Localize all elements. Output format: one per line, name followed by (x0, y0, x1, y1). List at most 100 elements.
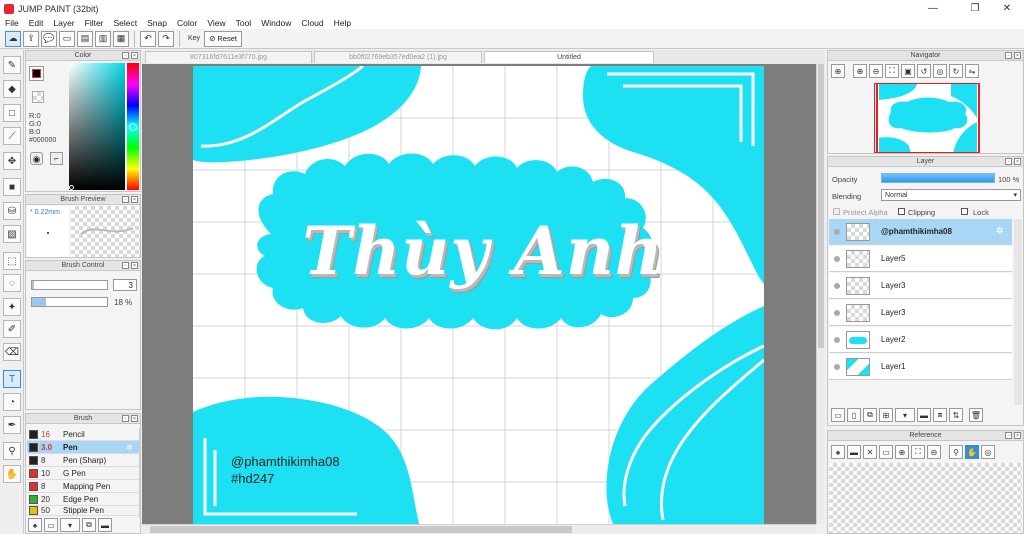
menu-window[interactable]: Window (256, 18, 296, 28)
fill-rect-tool-icon[interactable]: ■ (3, 178, 21, 196)
layer-opacity-slider[interactable] (881, 173, 995, 183)
panel-close-icon[interactable]: × (131, 262, 138, 269)
duplicate-layer-icon[interactable]: ⧉ (863, 408, 877, 422)
copy-brush-icon[interactable]: ⧉ (82, 518, 96, 532)
folder-icon[interactable]: ▬ (98, 518, 112, 532)
brush-item-pen[interactable]: 3.0 Pen ✲ (27, 441, 139, 454)
visibility-icon[interactable] (834, 363, 840, 370)
close-button[interactable]: ✕ (990, 0, 1024, 17)
reference-zoom-in-icon[interactable]: ⊕ (895, 445, 909, 459)
hand-tool-icon[interactable]: ✋ (3, 465, 21, 483)
panel-close-icon[interactable]: × (1014, 52, 1021, 59)
maximize-button[interactable]: ❐ (958, 0, 992, 17)
panel-float-icon[interactable]: ▫ (1005, 432, 1012, 439)
visibility-icon[interactable] (834, 336, 840, 343)
menu-help[interactable]: Help (329, 18, 356, 28)
reference-settings-icon[interactable]: ▭ (879, 445, 893, 459)
document-icon[interactable]: ▥ (95, 30, 111, 47)
reference-hand-icon[interactable]: ✋ (965, 445, 979, 459)
flip-icon[interactable]: ⇋ (965, 64, 979, 78)
menu-snap[interactable]: Snap (142, 18, 172, 28)
rotate-right-icon[interactable]: ↻ (949, 64, 963, 78)
panel-float-icon[interactable]: ▫ (122, 52, 129, 59)
bucket-tool-icon[interactable]: ⛁ (3, 202, 21, 220)
rotate-left-icon[interactable]: ↺ (917, 64, 931, 78)
layer-row-handle[interactable]: @phamthikimha08 ✲ (829, 219, 1012, 245)
zoom-in-icon[interactable]: ⊕ (853, 64, 867, 78)
comment-icon[interactable]: ▭ (59, 30, 75, 47)
layer-row-layer3-b[interactable]: Layer3 (829, 300, 1012, 326)
panel-close-icon[interactable]: × (131, 196, 138, 203)
gear-icon[interactable]: ✲ (996, 226, 1004, 237)
menu-tool[interactable]: Tool (231, 18, 257, 28)
actual-size-icon[interactable]: ▣ (901, 64, 915, 78)
gear-icon[interactable]: ✲ (126, 443, 133, 452)
cloud-icon[interactable]: ☁ (5, 30, 21, 47)
reference-zoom-out-icon[interactable]: ⊖ (927, 445, 941, 459)
eraser-tool-icon[interactable]: ◆ (3, 80, 21, 98)
layer-list-scrollbar[interactable] (1014, 219, 1022, 405)
brush-item-pen-sharp[interactable]: 8 Pen (Sharp) (27, 454, 139, 467)
brush-item-edge-pen[interactable]: 20 Edge Pen (27, 493, 139, 506)
color-picker-cursor[interactable] (69, 185, 74, 190)
panel-close-icon[interactable]: × (1014, 158, 1021, 165)
clipping-checkbox[interactable] (898, 208, 905, 215)
layer-dropdown-icon[interactable]: ▾ (895, 408, 915, 422)
select-rect-icon[interactable]: ⬚ (3, 252, 21, 270)
brush-opacity-slider[interactable] (31, 297, 108, 307)
visibility-icon[interactable] (834, 309, 840, 316)
undo-icon[interactable]: ↶ (140, 30, 156, 47)
saturation-value-picker[interactable] (69, 63, 125, 190)
navigator-thumbnail[interactable] (874, 83, 980, 153)
close-reference-icon[interactable]: ✕ (863, 445, 877, 459)
cloud-reference-icon[interactable]: ♠ (831, 445, 845, 459)
hue-slider-handle[interactable] (129, 123, 137, 131)
minimize-button[interactable]: — (916, 0, 950, 17)
speech-bubble-icon[interactable]: 💬 (41, 30, 57, 47)
transparent-color-swatch[interactable] (32, 91, 44, 103)
lasso-icon[interactable]: ◌ (3, 274, 21, 292)
panel-close-icon[interactable]: × (131, 52, 138, 59)
panel-float-icon[interactable]: ▫ (122, 196, 129, 203)
rectangle-tool-icon[interactable]: □ (3, 104, 21, 122)
menu-color[interactable]: Color (172, 18, 202, 28)
select-pen-icon[interactable]: ✐ (3, 320, 21, 338)
text-tool-icon[interactable]: T (3, 370, 21, 388)
artwork-canvas[interactable]: Thùy Anh @phamthikimha08 #hd247 (193, 66, 764, 524)
layer-row-layer1[interactable]: Layer1 (829, 354, 1012, 380)
blending-select[interactable]: Normal ▾ (881, 189, 1021, 201)
visibility-icon[interactable] (834, 282, 840, 289)
reference-image-area[interactable] (829, 463, 1022, 533)
balloon-tool-icon[interactable]: ◔ (3, 393, 21, 411)
fit-window-icon[interactable]: ⛶ (885, 64, 899, 78)
brush-item-mapping-pen[interactable]: 8 Mapping Pen (27, 480, 139, 493)
horizontal-scroll-thumb[interactable] (150, 526, 572, 533)
reference-fit-icon[interactable]: ⛶ (911, 445, 925, 459)
menu-layer[interactable]: Layer (48, 18, 79, 28)
panel-layout-icon[interactable]: ▦ (113, 30, 129, 47)
canvas-area[interactable]: Thùy Anh @phamthikimha08 #hd247 (142, 64, 816, 524)
line-tool-icon[interactable]: ⟋ (3, 127, 21, 145)
menu-select[interactable]: Select (109, 18, 143, 28)
layer-row-layer5[interactable]: Layer5 (829, 246, 1012, 272)
lock-checkbox[interactable] (961, 208, 968, 215)
brush-dropdown-icon[interactable]: ▾ (60, 518, 80, 532)
brush-item-pencil[interactable]: 16 Pencil (27, 428, 139, 441)
menu-cloud[interactable]: Cloud (296, 18, 328, 28)
reference-reset-icon[interactable]: ◎ (981, 445, 995, 459)
panel-close-icon[interactable]: × (131, 415, 138, 422)
palette-icon[interactable]: ◉ (30, 152, 43, 165)
new-layer-icon[interactable]: ▭ (831, 408, 845, 422)
reference-eyedropper-icon[interactable]: ⚲ (949, 445, 963, 459)
panel-float-icon[interactable]: ▫ (1005, 52, 1012, 59)
menu-edit[interactable]: Edit (24, 18, 49, 28)
brush-tool-icon[interactable]: ✎ (3, 56, 21, 74)
transfer-layer-icon[interactable]: ⇅ (949, 408, 963, 422)
panel-float-icon[interactable]: ▫ (122, 262, 129, 269)
brush-item-stipple-pen[interactable]: 50 Stipple Pen (27, 506, 139, 516)
tab-document-2[interactable]: bb0f02769eb357ed0ea2 (1).jpg (314, 51, 482, 63)
move-tool-icon[interactable]: ✥ (3, 152, 21, 170)
tab-document-1[interactable]: 807316fd7611e3f770.jpg (145, 51, 312, 63)
magic-wand-icon[interactable]: ✦ (3, 298, 21, 316)
merge-layer-icon[interactable]: ⧈ (933, 408, 947, 422)
